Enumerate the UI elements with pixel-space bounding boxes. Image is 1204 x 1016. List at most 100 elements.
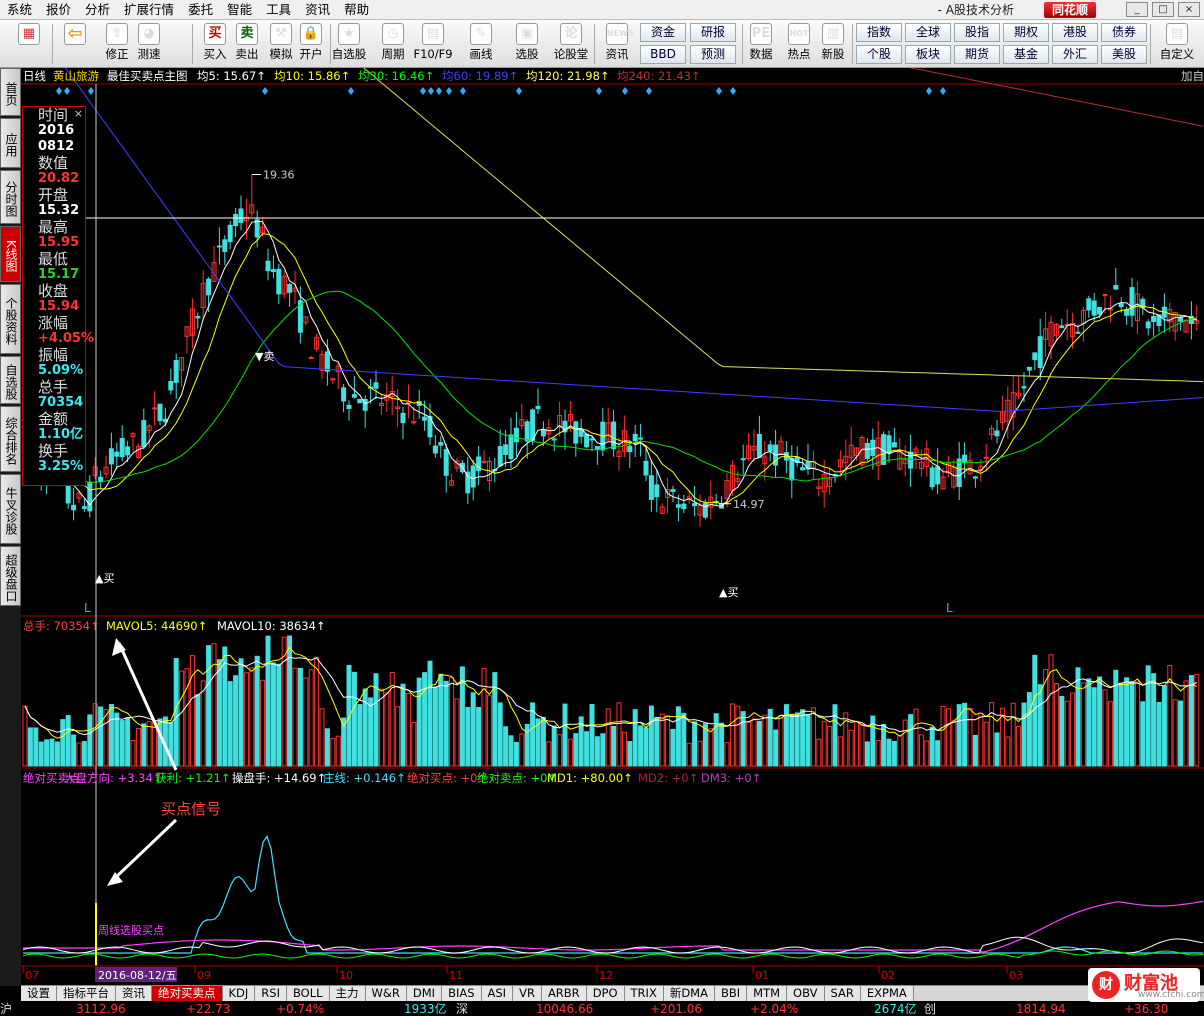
toolbar-news-button[interactable]: NEWS 资讯	[602, 22, 634, 66]
menu-5[interactable]: 智能	[220, 0, 259, 20]
revise-icon: ⇧	[106, 23, 128, 45]
indicator-tab-0[interactable]: 设置	[21, 986, 57, 1001]
menu-1[interactable]: 报价	[39, 0, 78, 20]
volume-bar	[627, 741, 633, 767]
indicator-tab-5[interactable]: RSI	[255, 986, 287, 1001]
market-button-7[interactable]: 板块	[905, 45, 951, 64]
candle	[357, 398, 363, 404]
toolbar-layout-button[interactable]: ▦	[14, 22, 44, 66]
indicator-tab-8[interactable]: W&R	[365, 986, 407, 1001]
quick-button-1[interactable]: 研报	[690, 23, 736, 42]
quick-button-0[interactable]: 资金	[640, 23, 686, 42]
indicator-tab-10[interactable]: BIAS	[442, 986, 482, 1001]
toolbar-stock-picker-button[interactable]: ▣ 选股	[512, 22, 542, 66]
signal-diamond-icon	[88, 87, 94, 95]
volume-bar	[443, 680, 449, 767]
indicator-tab-13[interactable]: ARBR	[541, 986, 587, 1001]
indicator-tab-11[interactable]: ASI	[481, 986, 514, 1001]
market-button-4[interactable]: 港股	[1052, 23, 1098, 42]
left-tab-3[interactable]: K线图	[0, 226, 21, 282]
arrow-line	[111, 818, 178, 882]
toolbar-watchlist-button[interactable]: ★ 自选股	[332, 22, 366, 66]
indicator-tab-4[interactable]: KDJ	[222, 986, 256, 1001]
toolbar-forum-button[interactable]: 论论股堂	[554, 22, 588, 66]
simulate-icon: ⚒	[270, 23, 292, 45]
indicator-tab-12[interactable]: VR	[513, 986, 542, 1001]
ma60-line	[64, 68, 1204, 412]
indicator-tab-7[interactable]: 主力	[329, 986, 366, 1001]
indicator-tab-15[interactable]: TRIX	[624, 986, 664, 1001]
toolbar-period-button[interactable]: ◷ 周期	[378, 22, 408, 66]
left-tab-8[interactable]: 超级盘口	[0, 546, 21, 606]
kline-chart[interactable]: 19.36 14.97 ▼卖 ▲买 ▲买 L L 日线 黄山旅游 最佳买卖点主图 均5: 15.67…	[21, 68, 1204, 985]
market-button-11[interactable]: 美股	[1101, 45, 1147, 64]
left-tab-5[interactable]: 自选股	[0, 356, 21, 404]
volume-bar	[1091, 687, 1097, 767]
market-button-1[interactable]: 全球	[905, 23, 951, 42]
maximize-button[interactable]: □	[1152, 2, 1174, 17]
toolbar-f10-button[interactable]: ▤ F10/F9	[413, 22, 453, 66]
close-button[interactable]: ×	[1178, 2, 1200, 17]
left-tab-2[interactable]: 分时图	[0, 170, 21, 224]
toolbar-draw-line-button[interactable]: ✎ 画线	[466, 22, 496, 66]
indicator-tab-17[interactable]: BBI	[714, 986, 748, 1001]
indicator-tab-6[interactable]: BOLL	[286, 986, 330, 1001]
menu-2[interactable]: 分析	[78, 0, 117, 20]
candle	[254, 219, 260, 238]
indicator-tab-19[interactable]: OBV	[787, 986, 825, 1001]
left-tab-6[interactable]: 综合排名	[0, 406, 21, 472]
indicator-tab-1[interactable]: 指标平台	[57, 986, 116, 1001]
toolbar-ipo-button[interactable]: ▥ 新股	[818, 22, 848, 66]
market-button-3[interactable]: 期权	[1003, 23, 1049, 42]
market-button-9[interactable]: 基金	[1003, 45, 1049, 64]
market-button-10[interactable]: 外汇	[1052, 45, 1098, 64]
indicator-tab-14[interactable]: DPO	[586, 986, 625, 1001]
volume-bar	[632, 709, 638, 767]
toolbar-open-account-button[interactable]: 🔒 开户	[296, 22, 326, 66]
left-tab-0[interactable]: 首页	[0, 68, 21, 116]
add-watch-button[interactable]: 加自	[1181, 69, 1204, 83]
indicator-tab-21[interactable]: EXPMA	[860, 986, 914, 1001]
volume-bar	[513, 741, 519, 767]
volume-bar	[432, 686, 438, 767]
indicator-tab-2[interactable]: 资讯	[116, 986, 152, 1001]
info-value: 3.25%	[38, 459, 84, 474]
indicator-tab-3[interactable]: 绝对买卖点	[152, 986, 223, 1001]
toolbar-customize-button[interactable]: ▤ 自定义	[1160, 22, 1194, 66]
menu-6[interactable]: 工具	[259, 0, 298, 20]
market-button-8[interactable]: 期货	[954, 45, 1000, 64]
quick-button-2[interactable]: BBD	[640, 45, 686, 64]
main-legend-text: 日线	[23, 69, 46, 83]
toolbar-hot-button[interactable]: HOT 热点	[784, 22, 814, 66]
menu-3[interactable]: 扩展行情	[117, 0, 181, 20]
menu-7[interactable]: 资讯	[298, 0, 337, 20]
ma-legend-1: 均10: 15.86↑	[274, 69, 350, 83]
quick-button-3[interactable]: 预测	[690, 45, 736, 64]
menu-4[interactable]: 委托	[181, 0, 220, 20]
toolbar-back-button[interactable]: ⇦	[60, 22, 90, 66]
volume-bar	[740, 711, 746, 767]
volume-bar	[891, 740, 897, 767]
left-tab-1[interactable]: 应用	[0, 118, 21, 168]
left-tab-7[interactable]: 牛叉诊股	[0, 474, 21, 544]
minimize-button[interactable]: _	[1126, 2, 1148, 17]
left-tab-4[interactable]: 个股资料	[0, 284, 21, 354]
market-button-5[interactable]: 债券	[1101, 23, 1147, 42]
volume-bar	[405, 692, 411, 767]
menu-0[interactable]: 系统	[0, 0, 39, 20]
close-icon[interactable]: ×	[74, 107, 83, 120]
indicator-tab-20[interactable]: SAR	[824, 986, 861, 1001]
index-status-bar: 沪 3112.96 +22.73 +0.74% 1933亿深 10046.66 +201.0…	[0, 1002, 1204, 1016]
toolbar-sell-button[interactable]: 卖卖出	[232, 22, 262, 66]
toolbar-speed-button[interactable]: ◕ 测速	[134, 22, 164, 66]
indicator-tab-16[interactable]: 新DMA	[663, 986, 715, 1001]
toolbar-data-button[interactable]: PE 数据	[746, 22, 776, 66]
indicator-tab-18[interactable]: MTM	[747, 986, 788, 1001]
market-button-6[interactable]: 个股	[856, 45, 902, 64]
volume-bar	[297, 667, 303, 767]
market-button-0[interactable]: 指数	[856, 23, 902, 42]
volume-bar	[594, 736, 600, 767]
market-button-2[interactable]: 股指	[954, 23, 1000, 42]
menu-8[interactable]: 帮助	[337, 0, 376, 20]
indicator-tab-9[interactable]: DMI	[406, 986, 443, 1001]
